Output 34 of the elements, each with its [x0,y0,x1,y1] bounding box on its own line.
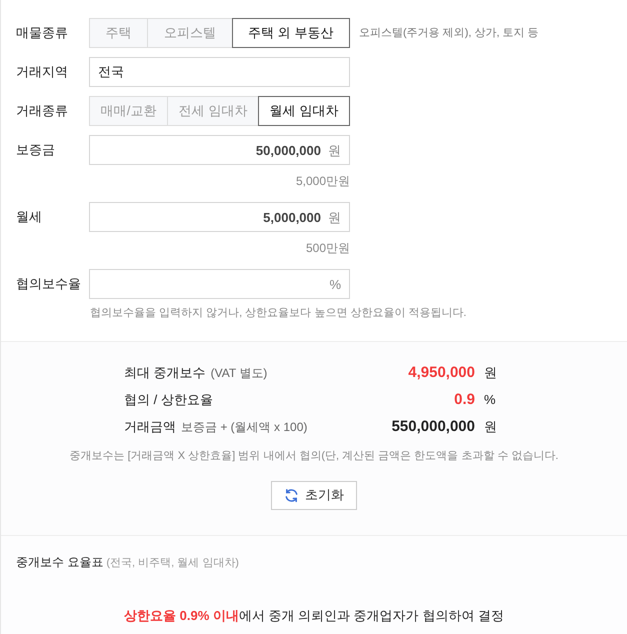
field-label: 매물종류 [16,24,69,42]
hint-text: 오피스텔(주거용 제외), 상가, 토지 등 [359,26,539,41]
summary-note: 중개보수는 [거래금액 X 상한효율] 범위 내에서 협의(단, 계산된 금액은 한도액을 초과할 수 없습니다. [68,449,560,464]
section-title: 중개보수 요율표 [16,555,104,569]
text-field[interactable]: 전국 [89,57,350,87]
field-label: 월세 [16,208,43,226]
summary-sublabel: (VAT 별도) [210,365,268,382]
segment-tab[interactable]: 월세 임대차 [258,96,350,126]
segment-tab[interactable]: 주택 외 부동산 [232,18,350,48]
field-label: 보증금 [16,141,56,160]
summary-label: 최대 중개보수 [124,364,206,382]
amount-note: 5,000만원 [294,173,350,190]
unit-label: % [484,391,497,410]
unit-label: 원 [484,364,498,382]
rule-text: 상한요율 0.9% 이내에서 중개 의뢰인과 중개업자가 협의하여 결정 [123,606,505,624]
reset-button[interactable]: 초기화 [271,480,357,510]
unit-label: % [329,276,341,294]
field-label: 거래종류 [16,102,69,120]
unit-label: 원 [484,418,498,436]
amount-note: 500만원 [304,240,350,257]
summary-value: 0.9 [454,390,475,410]
amount-field[interactable] [89,269,350,299]
unit-label: 원 [328,142,341,160]
section-subtitle: (전국, 비주택, 월세 임대차) [106,557,239,569]
refresh-icon [284,488,299,502]
summary-label: 거래금액 [124,418,176,436]
field-label: 거래지역 [16,63,69,82]
unit-label: 원 [328,209,341,227]
summary-value: 550,000,000 [392,416,475,437]
help-text: 협의보수율을 입력하지 않거나, 상한요율보다 높으면 상한요율이 적용됩니다. [90,306,468,321]
summary-value: 4,950,000 [408,362,475,383]
field-label: 협의보수율 [16,275,82,294]
summary-label: 협의 / 상한요율 [124,391,213,410]
summary-sublabel: 보증금 + (월세액 x 100) [181,419,308,436]
